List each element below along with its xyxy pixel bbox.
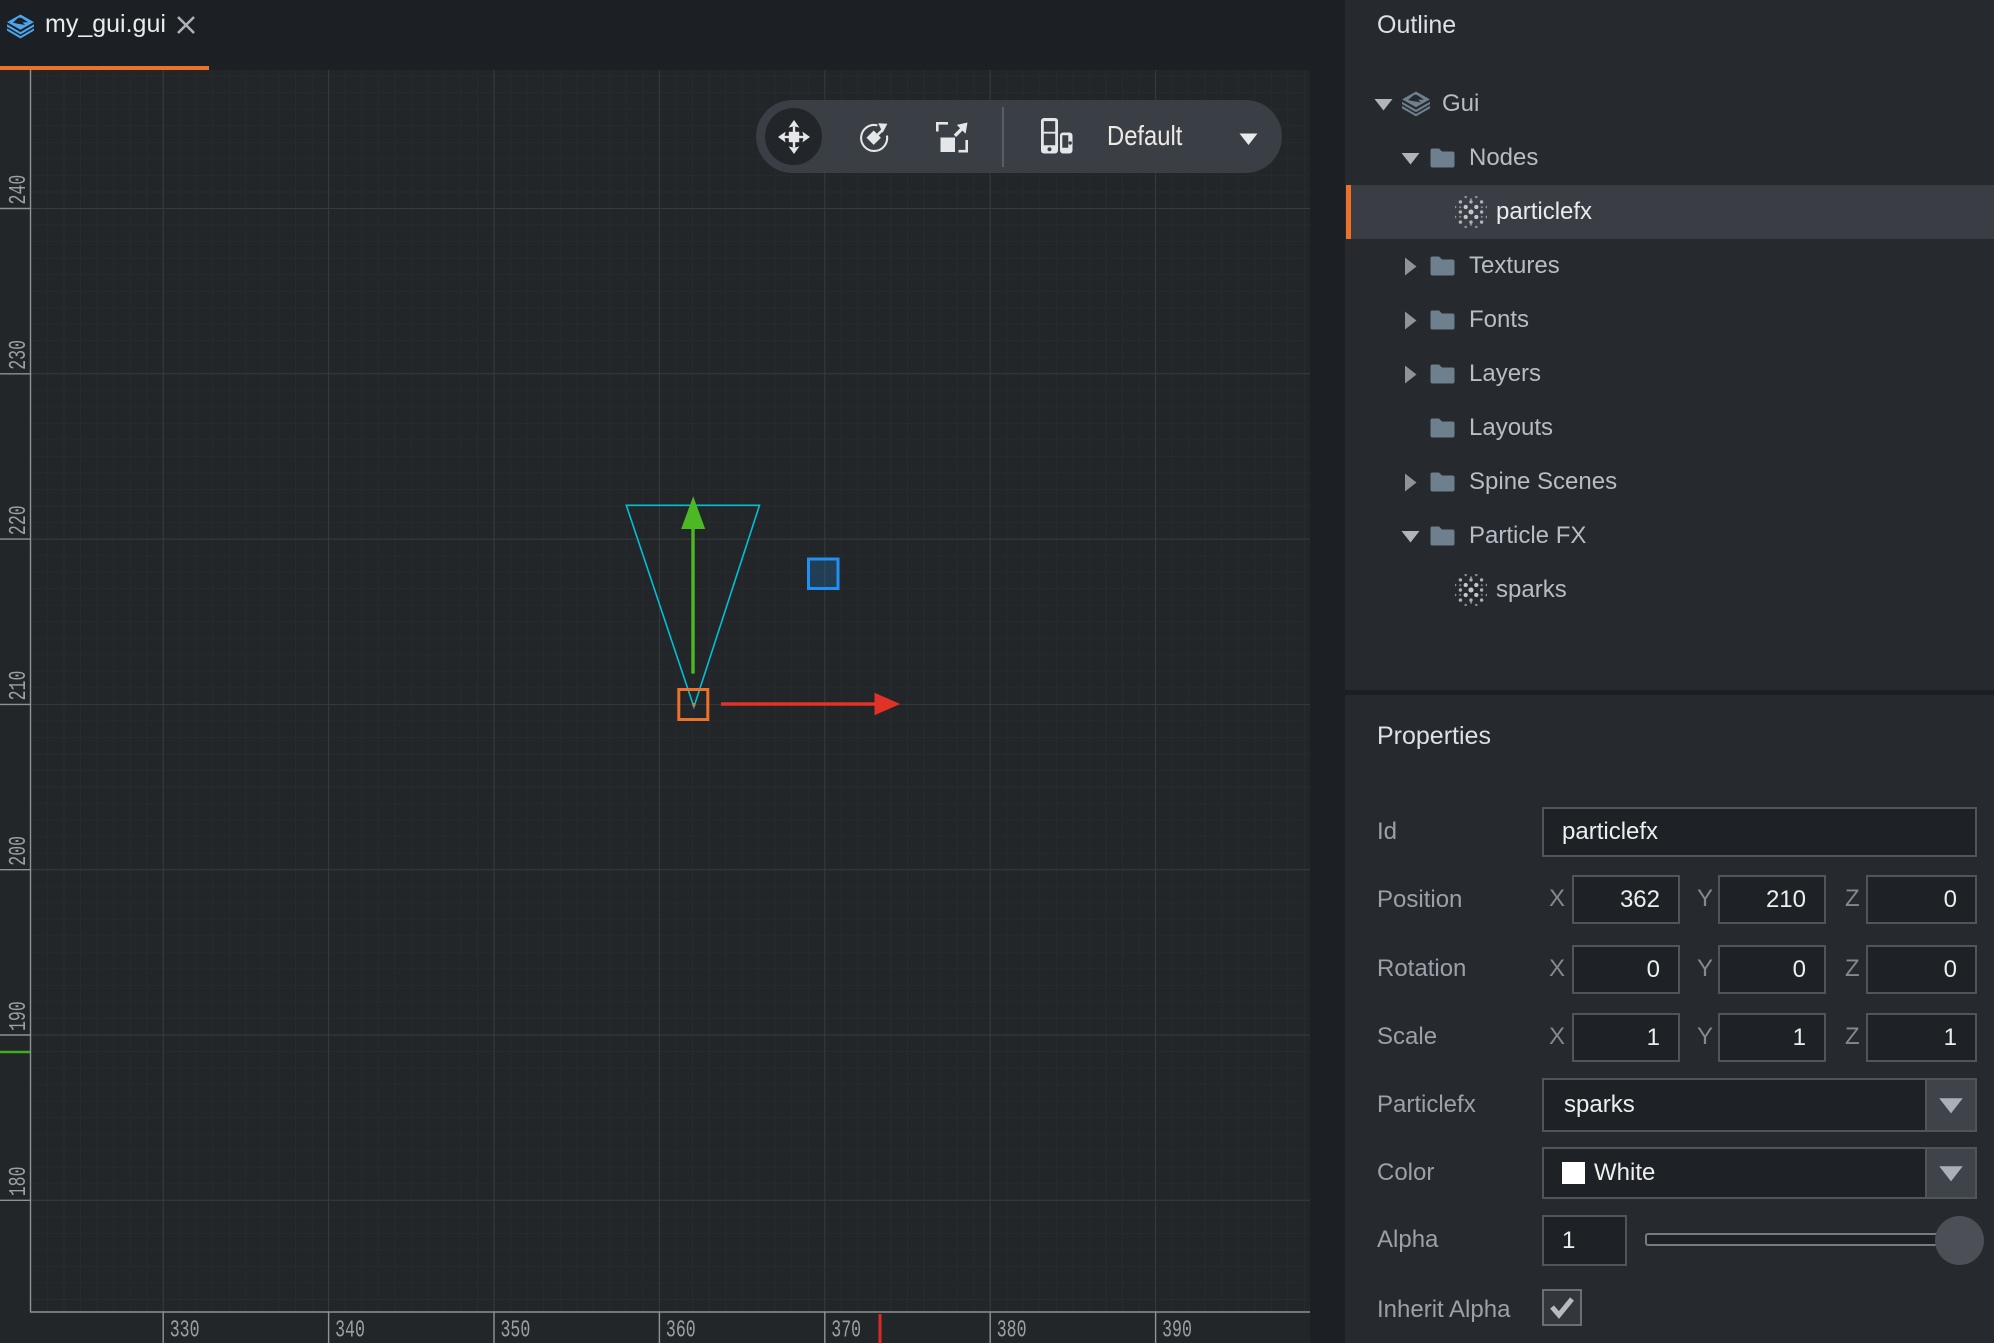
svg-text:340: 340 — [335, 1318, 365, 1343]
svg-text:190: 190 — [6, 1001, 33, 1031]
svg-text:330: 330 — [170, 1318, 200, 1343]
svg-text:390: 390 — [1162, 1318, 1192, 1343]
svg-text:210: 210 — [6, 671, 33, 701]
svg-text:220: 220 — [6, 505, 33, 535]
svg-text:200: 200 — [6, 836, 33, 866]
svg-text:230: 230 — [6, 340, 33, 370]
svg-text:380: 380 — [997, 1318, 1027, 1343]
svg-text:360: 360 — [666, 1318, 696, 1343]
svg-text:370: 370 — [831, 1318, 861, 1343]
svg-text:240: 240 — [6, 175, 33, 205]
svg-text:180: 180 — [6, 1166, 33, 1196]
svg-text:350: 350 — [501, 1318, 531, 1343]
